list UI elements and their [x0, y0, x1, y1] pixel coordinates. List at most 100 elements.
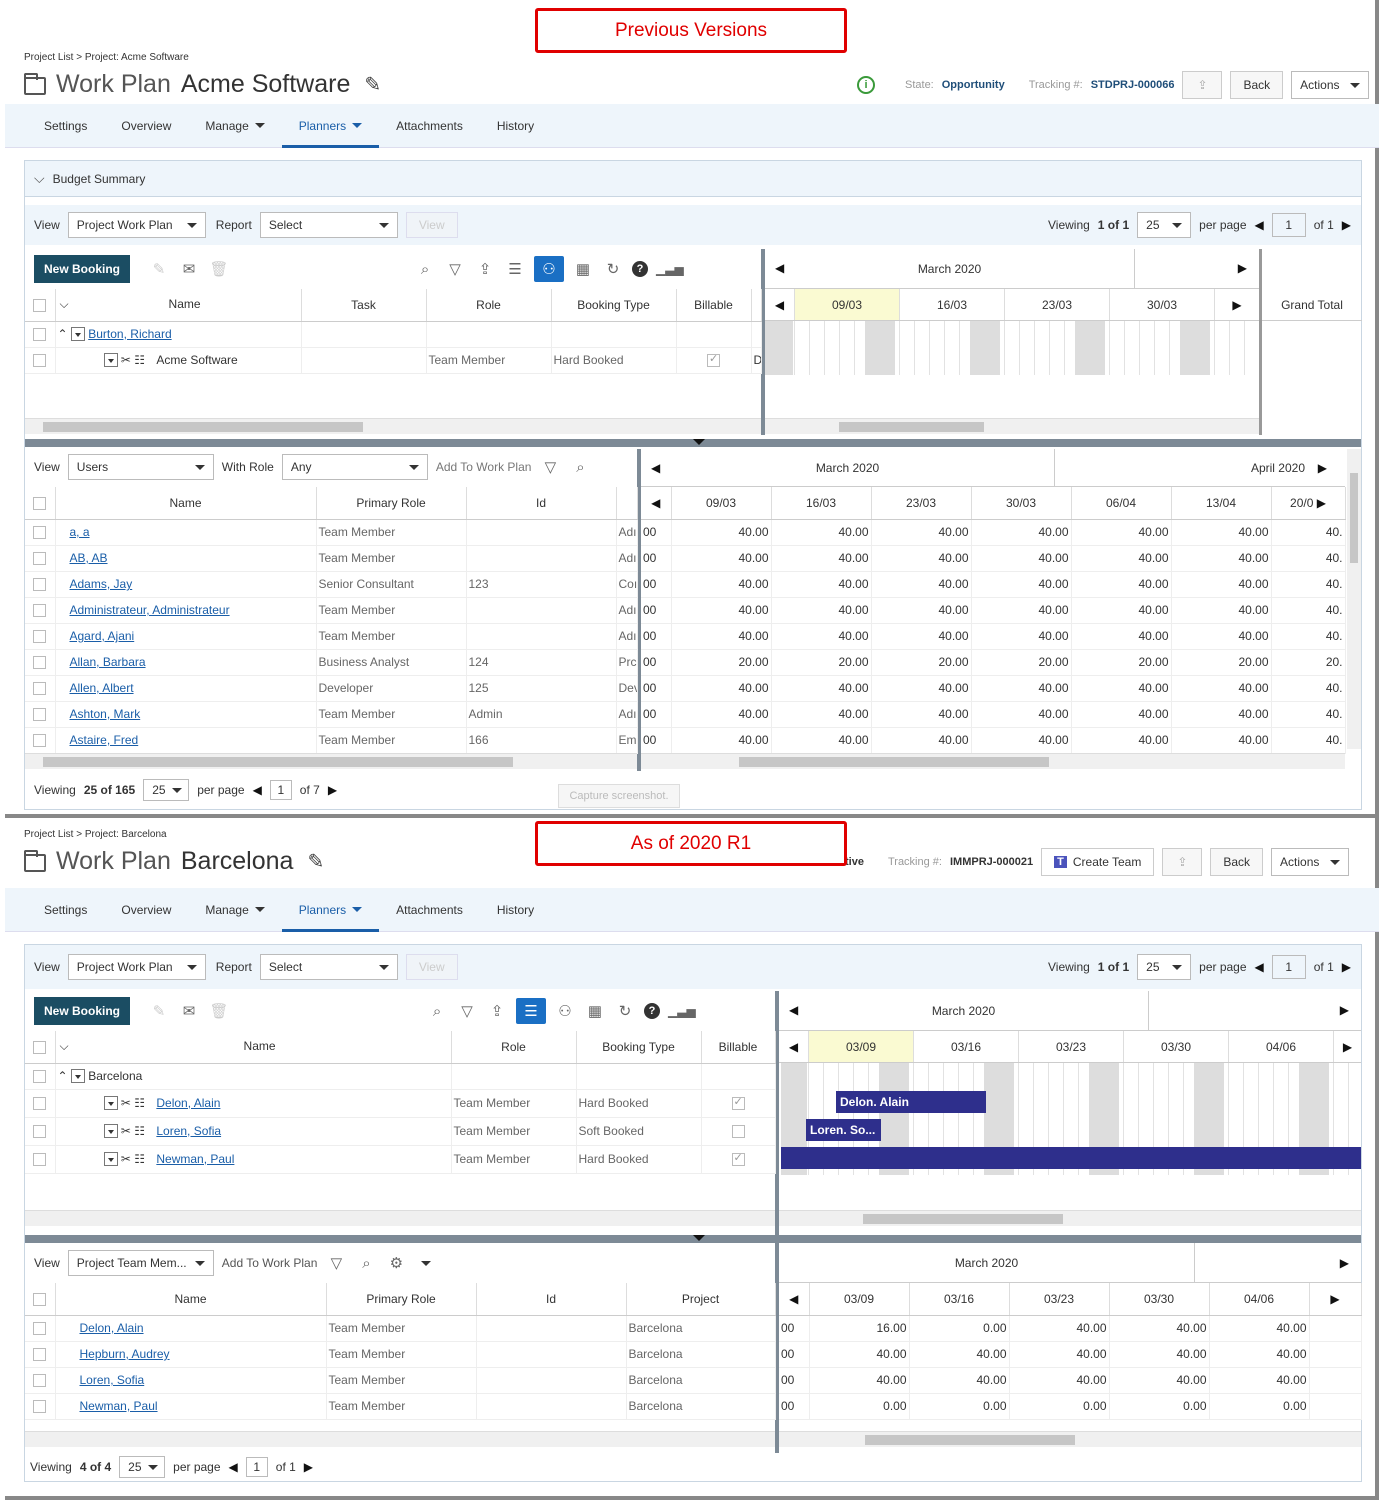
tab-settings[interactable]: Settings — [27, 888, 104, 932]
filter-icon[interactable]: ▽ — [444, 260, 466, 278]
email-icon[interactable]: ✉ — [178, 1002, 200, 1020]
edit-pencil-icon[interactable]: ✎ — [364, 72, 381, 97]
next-page-icon[interactable]: ▶ — [1342, 960, 1351, 974]
row-checkbox[interactable] — [33, 328, 47, 342]
task-list-icon[interactable]: ☷ — [134, 1152, 145, 1166]
col-id[interactable]: Id — [466, 487, 617, 520]
tools-icon[interactable]: ✂ — [121, 1152, 131, 1166]
refresh-icon[interactable]: ↻ — [602, 260, 624, 278]
resource-link[interactable]: Astaire, Fred — [70, 733, 139, 747]
table-row[interactable]: Ashton, Mark Team Member Admin Adı — [25, 701, 638, 728]
tools-icon[interactable]: ✂ — [121, 1096, 131, 1110]
prev-page-icon[interactable]: ◀ — [229, 1460, 238, 1474]
resource-link[interactable]: Delon, Alain — [156, 1096, 220, 1110]
gantt-prev-icon[interactable]: ◀ — [775, 261, 784, 275]
gantt-booking-bar[interactable]: Loren. So... — [806, 1119, 881, 1141]
gantt-week-prev[interactable]: ◀ — [765, 289, 795, 320]
tab-manage[interactable]: Manage — [188, 104, 281, 148]
back-button[interactable]: Back — [1230, 71, 1284, 99]
tab-manage[interactable]: Manage — [188, 888, 281, 932]
row-checkbox[interactable] — [33, 1097, 47, 1111]
team-view-icon[interactable]: ⚇ — [554, 1002, 576, 1020]
resource-link[interactable]: Allan, Barbara — [70, 655, 146, 669]
row-checkbox[interactable] — [33, 1322, 47, 1336]
select-all-checkbox[interactable] — [25, 1031, 56, 1064]
resource-link[interactable]: Newman, Paul — [80, 1399, 158, 1413]
gantt-next-icon[interactable]: ▶ — [1238, 261, 1247, 275]
col-billable[interactable]: Billable — [701, 1031, 776, 1064]
horizontal-scrollbar[interactable] — [25, 1210, 775, 1226]
gantt-next-icon[interactable]: ▶ — [1340, 1003, 1349, 1017]
tools-icon[interactable]: ✂ — [121, 353, 131, 367]
tab-history[interactable]: History — [480, 104, 551, 148]
list-view-icon[interactable]: ☰ — [516, 998, 547, 1024]
report-select[interactable]: Select — [259, 212, 398, 238]
back-button[interactable]: Back — [1210, 848, 1264, 876]
gantt-scrollbar[interactable] — [765, 418, 1259, 434]
resource-link[interactable]: Ashton, Mark — [70, 707, 141, 721]
table-row[interactable]: Allan, Barbara Business Analyst 124 Prc — [25, 649, 638, 676]
row-menu[interactable] — [70, 327, 85, 342]
col-id[interactable]: Id — [476, 1283, 627, 1316]
gantt-next-icon[interactable]: ▶ — [1318, 461, 1327, 475]
filter-icon[interactable]: ▽ — [456, 1002, 478, 1020]
page-size-select[interactable]: 25 — [1137, 212, 1192, 238]
role-select[interactable]: Any — [281, 454, 428, 480]
search-icon[interactable]: ⌕ — [426, 1003, 448, 1020]
page-size-select[interactable]: 25 — [119, 1456, 166, 1478]
gantt-next-icon[interactable]: ▶ — [1340, 1256, 1349, 1270]
table-row[interactable]: Administrateur, Administrateur Team Membe… — [25, 597, 638, 624]
view-button[interactable]: View — [405, 212, 458, 238]
search-icon[interactable]: ⌕ — [355, 1255, 377, 1272]
breadcrumb[interactable]: Project List > Project: Barcelona — [24, 829, 167, 840]
next-page-icon[interactable]: ▶ — [1342, 218, 1351, 232]
row-checkbox[interactable] — [33, 1125, 47, 1139]
col-primary-role[interactable]: Primary Role — [316, 487, 467, 520]
row-checkbox[interactable] — [33, 1348, 47, 1362]
prev-page-icon[interactable]: ◀ — [253, 783, 262, 797]
col-booking-type[interactable]: Booking Type — [551, 289, 677, 322]
task-list-icon[interactable]: ☷ — [134, 1096, 145, 1110]
page-input[interactable]: 1 — [1271, 955, 1306, 979]
help-icon[interactable]: ? — [632, 261, 649, 277]
refresh-icon[interactable]: ↻ — [614, 1002, 636, 1020]
delete-icon[interactable]: 🗑 — [208, 1002, 230, 1020]
page-size-select[interactable]: 25 — [143, 779, 190, 801]
search-icon[interactable]: ⌕ — [414, 261, 436, 278]
add-to-work-plan-button[interactable]: Add To Work Plan — [436, 460, 532, 474]
row-menu[interactable] — [103, 1124, 118, 1139]
col-role[interactable]: Role — [451, 1031, 577, 1064]
team-view-icon[interactable]: ⚇ — [534, 256, 565, 282]
pane-splitter[interactable] — [25, 1235, 1361, 1243]
tab-attachments[interactable]: Attachments — [379, 104, 480, 148]
resource-link[interactable]: AB, AB — [70, 551, 108, 565]
user-settings-icon[interactable]: ⚙ — [385, 1254, 407, 1272]
billable-checkbox[interactable] — [731, 1151, 745, 1167]
billable-checkbox[interactable] — [731, 1125, 745, 1139]
resource-link[interactable]: Loren, Sofia — [156, 1124, 221, 1138]
chart-icon[interactable]: ▁▃▅ — [668, 1004, 696, 1018]
gantt-booking-bar[interactable] — [781, 1147, 1361, 1169]
gantt-week-next[interactable]: ▶ — [1215, 289, 1259, 320]
resource-link[interactable]: Burton, Richard — [88, 327, 171, 341]
filter-icon[interactable]: ▽ — [325, 1254, 347, 1272]
view-select[interactable]: Project Work Plan — [67, 212, 206, 238]
table-row[interactable]: Agard, Ajani Team Member Adı — [25, 623, 638, 650]
next-page-icon[interactable]: ▶ — [328, 783, 337, 797]
gantt-scrollbar[interactable] — [641, 753, 1345, 769]
col-name[interactable]: ⌵ Name — [55, 289, 302, 322]
search-icon[interactable]: ⌕ — [569, 459, 591, 476]
gantt-scrollbar[interactable] — [779, 1431, 1361, 1447]
vertical-scrollbar[interactable] — [1347, 449, 1361, 749]
add-to-work-plan-button[interactable]: Add To Work Plan — [222, 1256, 318, 1270]
col-name[interactable]: Name — [55, 487, 317, 520]
email-icon[interactable]: ✉ — [178, 260, 200, 278]
gantt-booking-bar[interactable]: Delon. Alain — [836, 1091, 986, 1113]
gantt-prev-icon[interactable]: ◀ — [789, 1292, 798, 1306]
info-icon[interactable]: i — [857, 76, 875, 94]
page-input[interactable]: 1 — [1271, 213, 1306, 237]
billable-checkbox[interactable] — [731, 1095, 745, 1111]
collapse-icon[interactable]: ⌃ — [58, 1069, 68, 1083]
edit-icon[interactable]: ✎ — [148, 260, 170, 278]
tab-history[interactable]: History — [480, 888, 551, 932]
